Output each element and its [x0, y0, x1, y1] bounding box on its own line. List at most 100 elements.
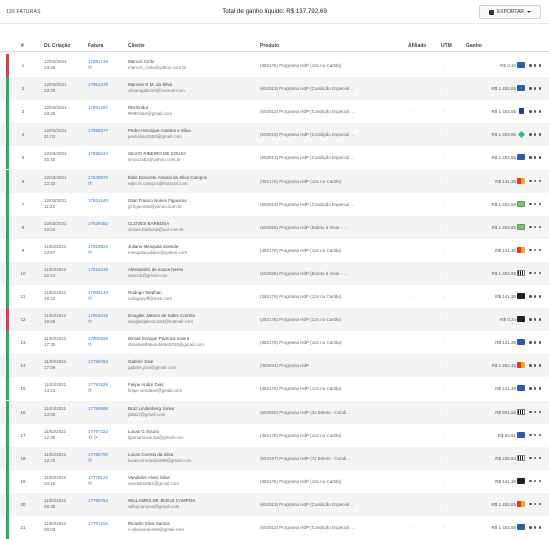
- invoice-cell: 17838870 ⟳: [88, 175, 108, 187]
- col-product[interactable]: Produto: [260, 43, 279, 49]
- client-cell: Glan Franco Nunes Figueiras gf.figueiras…: [128, 198, 187, 210]
- table-row[interactable]: 4 12/03/2021 21:03 17855977 Pedro Henriq…: [0, 123, 549, 147]
- invoice-link[interactable]: 17767118: [88, 521, 108, 526]
- table-row[interactable]: 7 12/03/2021 11:22 17831540 Glan Franco …: [0, 192, 549, 216]
- client-name: Juliano Mesquita Somide: [128, 243, 179, 249]
- invoice-link[interactable]: 17855977: [88, 128, 108, 133]
- row-menu-button[interactable]: [529, 87, 541, 90]
- row-menu-button[interactable]: [529, 410, 541, 414]
- row-menu-button[interactable]: [529, 202, 541, 206]
- gain-value: R$ 1.402,65: [491, 132, 516, 138]
- table-row[interactable]: 2 12/03/2021 23:29 17861370 Marcelo R.M.…: [0, 77, 549, 101]
- invoice-link[interactable]: 17788568: [88, 406, 108, 411]
- row-menu-button[interactable]: [529, 341, 541, 344]
- table-row[interactable]: 8 12/03/2021 10:04 17828482 CLOVES BARBO…: [0, 215, 549, 239]
- col-invoice[interactable]: Fatura: [88, 43, 103, 49]
- recurrence-icon: ⟲ ⟳: [88, 434, 98, 441]
- row-menu-button[interactable]: [529, 225, 541, 229]
- table-row[interactable]: 19 11/03/2021 10:16 17778122 ⟳ Vanderlei…: [0, 469, 549, 493]
- invoice-link[interactable]: 17791529: [88, 382, 108, 387]
- col-affiliate[interactable]: Afiliado: [408, 43, 426, 49]
- col-utm[interactable]: UTM: [441, 43, 452, 49]
- row-menu-button[interactable]: [529, 318, 541, 321]
- invoice-link[interactable]: 17838870: [88, 175, 108, 180]
- table-row[interactable]: 13 11/03/2021 17:30 17800528 ⟳ Dimas Enr…: [0, 331, 549, 355]
- date-text: 12/03/2021: [44, 59, 67, 64]
- row-menu-button[interactable]: [529, 526, 541, 529]
- client-name: RM Endur: [128, 105, 149, 111]
- table-row[interactable]: 3 12/03/2021 23:25 17861287 RM Endur RME…: [0, 100, 549, 124]
- table-row[interactable]: 20 11/03/2021 06:38 17769764 WILLAMES DE…: [0, 492, 549, 516]
- invoice-cell: 17855244: [88, 151, 108, 157]
- table-row[interactable]: 11 11/03/2021 19:42 17806134 ⟳ Rodrigo S…: [0, 285, 549, 308]
- affiliate-value: -: [412, 478, 414, 484]
- client-cell: Juliano Mesquita Somide mesquita.juliano…: [128, 244, 187, 256]
- affiliate-value: -: [412, 501, 414, 507]
- row-menu-button[interactable]: [529, 456, 541, 460]
- invoice-link[interactable]: 17861287: [88, 105, 108, 110]
- table-row[interactable]: 17 11/03/2021 12:39 17787322 ⟲ ⟳ Lucas G…: [0, 423, 549, 447]
- invoice-link[interactable]: 17861749: [88, 59, 108, 64]
- date-text: 11/03/2021: [44, 497, 67, 503]
- table-row[interactable]: 5 12/03/2021 20:40 17855244 SILVIO RIBEI…: [0, 146, 549, 170]
- col-number[interactable]: #: [21, 43, 24, 49]
- invoice-link[interactable]: 17787322: [88, 429, 108, 434]
- table-row[interactable]: 15 11/03/2021 14:13 17791529 ⟳ Felipe An…: [0, 377, 549, 401]
- row-menu-button[interactable]: [529, 387, 541, 390]
- row-menu-button[interactable]: [529, 156, 541, 159]
- table-row[interactable]: 18 11/03/2021 12:25 17786790 ⟳ Lucas Cor…: [0, 446, 549, 470]
- invoice-link[interactable]: 17804016: [88, 313, 108, 318]
- invoice-link[interactable]: 17806134: [88, 290, 108, 295]
- invoice-cell: 17804016 ⟳: [88, 313, 108, 325]
- row-menu-button[interactable]: [529, 502, 541, 506]
- status-mark: [6, 331, 9, 355]
- row-menu-button[interactable]: [529, 248, 541, 252]
- invoice-link[interactable]: 17818622: [88, 244, 108, 249]
- client-email: asnccb@gmail.com: [128, 272, 168, 278]
- invoice-link[interactable]: 17769764: [88, 498, 108, 503]
- invoice-link[interactable]: 17799763: [88, 359, 108, 364]
- created-date: 12/03/2021 11:22: [44, 198, 67, 210]
- invoice-link[interactable]: 17778122: [88, 475, 108, 480]
- boleto-payment-icon: [517, 269, 525, 276]
- invoice-link[interactable]: 17828482: [88, 221, 108, 226]
- row-menu-button[interactable]: [529, 364, 541, 367]
- status-mark: [6, 100, 9, 124]
- invoice-link[interactable]: 17831540: [88, 198, 108, 203]
- row-number: 20: [20, 501, 26, 507]
- col-gain[interactable]: Ganho: [466, 43, 482, 49]
- date-text: 11/03/2021: [44, 313, 67, 319]
- client-name: Glan Franco Nunes Figueiras: [128, 197, 187, 203]
- invoice-link[interactable]: 17800528: [88, 336, 108, 341]
- status-mark: [6, 308, 9, 332]
- table-row[interactable]: 6 12/03/2021 13:33 17838870 ⟳ Éder Doniz…: [0, 169, 549, 193]
- row-menu-button[interactable]: [529, 433, 541, 437]
- invoice-link[interactable]: 17786790: [88, 452, 108, 457]
- card-payment-icon: [517, 62, 525, 68]
- row-menu-button[interactable]: [529, 295, 541, 298]
- table-row[interactable]: 16 11/03/2021 13:09 17788568 Braz Linden…: [0, 400, 549, 424]
- export-button[interactable]: EXPORTAR: [479, 5, 541, 19]
- table-row[interactable]: 1 12/03/2021 23:48 17861749 ⟳ Marcos Cir…: [0, 54, 549, 77]
- col-created-date[interactable]: Dt. Criação: [44, 43, 70, 49]
- row-menu-button[interactable]: [529, 271, 541, 275]
- table-row[interactable]: 21 11/03/2021 00:03 17767118 Ricardo Sil…: [0, 516, 549, 539]
- invoice-link[interactable]: 17861370: [88, 82, 108, 87]
- col-client[interactable]: Cliente: [128, 43, 145, 49]
- table-row[interactable]: 14 11/03/2021 17:09 17799763 Gabriel Jos…: [0, 354, 549, 378]
- row-menu-button[interactable]: [529, 110, 541, 113]
- row-menu-button[interactable]: [529, 479, 541, 483]
- row-menu-button[interactable]: [529, 133, 541, 136]
- created-date: 11/03/2021 13:09: [44, 406, 66, 418]
- table-row[interactable]: 12 11/03/2021 19:09 17804016 ⟳ Douglas J…: [0, 308, 549, 332]
- utm-value: -: [443, 455, 445, 461]
- created-date: 11/03/2021 12:39: [44, 429, 66, 441]
- product-name: (602013) Programa HdP (Condição Especial…: [260, 132, 354, 138]
- invoice-link[interactable]: 17815230: [88, 267, 108, 272]
- invoice-link[interactable]: 17855244: [88, 151, 108, 156]
- table-row[interactable]: 9 11/03/2021 23:57 17818622 ⟳ Juliano Me…: [0, 238, 549, 262]
- row-menu-button[interactable]: [529, 179, 541, 183]
- table-row[interactable]: 10 11/03/2021 22:44 17815230 Alessandro …: [0, 261, 549, 285]
- row-menu-button[interactable]: [529, 64, 541, 67]
- affiliate-value: -: [412, 340, 414, 346]
